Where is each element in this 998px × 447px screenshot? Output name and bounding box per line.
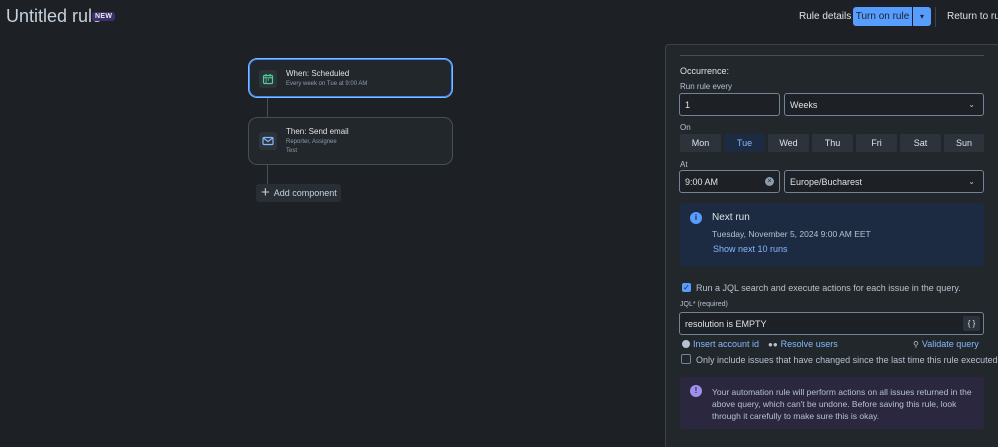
changed-only-checkbox[interactable]	[681, 354, 691, 364]
chevron-down-icon: ▾	[919, 12, 924, 21]
return-to-rule-button[interactable]: Return to rule	[947, 11, 998, 22]
warning-panel: ! Your automation rule will perform acti…	[680, 377, 984, 429]
jql-label-text: JQL*	[680, 301, 696, 308]
header-divider	[935, 7, 936, 27]
panel-divider	[680, 55, 984, 56]
new-badge: NEW	[92, 12, 116, 21]
add-component-label: Add component	[273, 188, 337, 198]
resolve-users-label: Resolve users	[780, 339, 838, 349]
show-next-runs-link[interactable]: Show next 10 runs	[713, 244, 788, 254]
trigger-card[interactable]: When: Scheduled Every week on Tue at 9:0…	[248, 58, 453, 98]
time-input[interactable]: 9:00 AM ×	[679, 170, 780, 193]
next-run-panel: i Next run Tuesday, November 5, 2024 9:0…	[680, 203, 984, 266]
next-run-title: Next run	[712, 212, 750, 223]
period-value: Weeks	[790, 99, 818, 110]
period-select[interactable]: Weeks ⌄	[784, 93, 984, 116]
validate-query-label: Validate query	[921, 339, 979, 349]
warning-icon: !	[690, 385, 702, 397]
day-sat[interactable]: Sat	[900, 134, 941, 152]
run-every-label: Run rule every	[680, 82, 733, 91]
info-icon: i	[690, 212, 702, 224]
calendar-icon	[259, 70, 277, 88]
jql-checkbox[interactable]: ✓	[682, 283, 691, 292]
insert-account-id-link[interactable]: Insert account id	[682, 339, 759, 349]
jql-required-text: (required)	[697, 301, 728, 308]
clear-icon[interactable]: ×	[765, 177, 774, 186]
day-tue[interactable]: Tue	[724, 134, 765, 152]
jql-label: JQL* (required)	[680, 301, 728, 308]
at-label: At	[680, 160, 688, 169]
day-mon[interactable]: Mon	[680, 134, 721, 152]
chevron-down-icon: ⌄	[968, 100, 975, 109]
resolve-users-link[interactable]: ●● Resolve users	[768, 339, 838, 349]
turn-on-rule-button[interactable]: Turn on rule	[853, 7, 912, 26]
occurrence-heading: Occurrence:	[680, 66, 730, 76]
insert-account-id-label: Insert account id	[693, 339, 760, 349]
jql-input[interactable]: resolution is EMPTY { }	[679, 312, 984, 335]
trigger-subtitle: Every week on Tue at 9:00 AM	[286, 81, 368, 87]
action-subject: Test	[286, 148, 298, 154]
connector-line	[267, 165, 268, 184]
validate-query-link[interactable]: ⚲ Validate query	[913, 339, 979, 349]
trigger-title: When: Scheduled	[286, 69, 350, 78]
chevron-down-icon: ⌄	[968, 177, 975, 186]
day-thu[interactable]: Thu	[812, 134, 853, 152]
add-component-button[interactable]: + Add component	[256, 184, 341, 202]
on-label: On	[680, 123, 691, 132]
warning-text: Your automation rule will perform action…	[712, 387, 972, 421]
time-value: 9:00 AM	[685, 176, 719, 187]
action-title: Then: Send email	[286, 127, 349, 136]
user-icon	[682, 340, 690, 348]
turn-on-dropdown-button[interactable]: ▾	[912, 7, 931, 26]
run-every-input[interactable]: 1	[679, 93, 780, 116]
day-wed[interactable]: Wed	[768, 134, 809, 152]
search-icon: ⚲	[913, 339, 919, 349]
changed-only-label: Only include issues that have changed si…	[696, 355, 998, 365]
action-card[interactable]: Then: Send email Reporter, Assignee Test	[248, 117, 453, 165]
page-title: Untitled rule	[6, 6, 103, 26]
connector-line	[267, 98, 268, 117]
jql-checkbox-label: Run a JQL search and execute actions for…	[696, 283, 961, 293]
day-fri[interactable]: Fri	[856, 134, 897, 152]
rule-details-button[interactable]: Rule details	[799, 11, 851, 22]
timezone-select[interactable]: Europe/Bucharest ⌄	[784, 170, 984, 193]
next-run-date: Tuesday, November 5, 2024 9:00 AM EET	[712, 229, 871, 239]
action-recipients: Reporter, Assignee	[286, 139, 337, 145]
mail-icon	[259, 132, 277, 150]
plus-icon: +	[261, 184, 270, 201]
timezone-value: Europe/Bucharest	[790, 176, 863, 187]
day-sun[interactable]: Sun	[944, 134, 984, 152]
users-icon: ●●	[768, 339, 778, 349]
jql-value: resolution is EMPTY	[685, 318, 767, 329]
jql-braces-button[interactable]: { }	[963, 316, 980, 331]
